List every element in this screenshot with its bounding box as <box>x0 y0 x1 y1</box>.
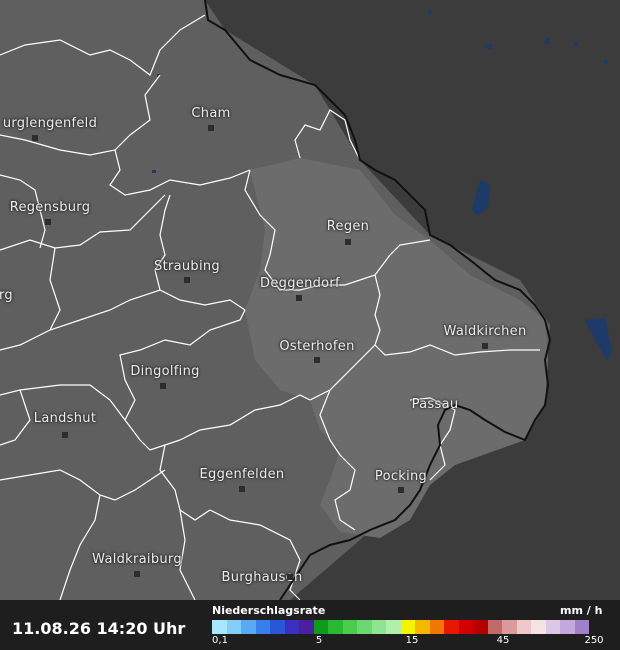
scale-tick-label: 0,1 <box>212 635 228 646</box>
city-label-passau: Passau <box>411 397 459 412</box>
scale-swatch <box>255 620 270 634</box>
city-marker-dingolfing <box>160 383 166 389</box>
city-label-landshut: Landshut <box>33 411 97 426</box>
city-label-regen: Regen <box>326 219 370 234</box>
legend-unit: mm / h <box>560 604 603 617</box>
scale-swatch <box>473 620 488 634</box>
city-marker-regen <box>345 239 351 245</box>
city-label-pocking: Pocking <box>374 469 428 484</box>
city-label-eggenfelden: Eggenfelden <box>199 467 285 482</box>
scale-swatch <box>531 620 546 634</box>
city-label-straubing: Straubing <box>154 259 220 274</box>
scale-swatch <box>328 620 343 634</box>
city-marker-straubing <box>184 277 190 283</box>
city-label-waldkirchen: Waldkirchen <box>443 324 527 339</box>
scale-swatch <box>458 620 473 634</box>
scale-swatch <box>226 620 241 634</box>
city-label-cham: Cham <box>191 106 231 121</box>
scale-tick-label: 15 <box>405 635 419 646</box>
scale-swatch <box>400 620 415 634</box>
city-marker-deggendorf <box>296 295 302 301</box>
city-marker-burglengenfeld <box>32 135 38 141</box>
city-marker-waldkraiburg <box>134 571 140 577</box>
city-marker-burghausen <box>287 574 293 580</box>
scale-swatch <box>560 620 575 634</box>
scale-tick-label: 5 <box>315 635 323 646</box>
scale-swatch <box>429 620 444 634</box>
city-label-waldkraiburg: Waldkraiburg <box>92 552 182 567</box>
legend-title: Niederschlagsrate <box>212 604 326 617</box>
scale-swatch <box>487 620 502 634</box>
scale-swatch <box>313 620 328 634</box>
scale-swatch <box>270 620 285 634</box>
radar-map-view: Cham urglengenfeld Regensburg rg Regen Straub… <box>0 0 620 650</box>
scale-swatch <box>212 620 227 634</box>
scale-tick-label: 250 <box>584 635 604 646</box>
scale-swatch <box>342 620 357 634</box>
city-label-regensburg-edge: rg <box>0 288 13 303</box>
scale-swatch <box>357 620 372 634</box>
scale-tick-label: 45 <box>496 635 510 646</box>
scale-swatch <box>284 620 299 634</box>
timestamp: 11.08.26 14:20 Uhr <box>12 619 186 638</box>
scale-swatch <box>371 620 386 634</box>
scale-swatch <box>386 620 401 634</box>
city-marker-pocking <box>398 487 404 493</box>
precipitation-scale <box>212 620 589 634</box>
scale-swatch <box>545 620 560 634</box>
city-marker-waldkirchen <box>482 343 488 349</box>
city-marker-landshut <box>62 432 68 438</box>
city-label-dingolfing: Dingolfing <box>130 364 200 379</box>
city-marker-eggenfelden <box>239 486 245 492</box>
scale-swatch <box>299 620 314 634</box>
city-marker-cham <box>208 125 214 131</box>
city-label-osterhofen: Osterhofen <box>279 339 355 354</box>
scale-swatch <box>516 620 531 634</box>
city-marker-osterhofen <box>314 357 320 363</box>
scale-swatch <box>241 620 256 634</box>
city-marker-regensburg <box>45 219 51 225</box>
city-label-deggendorf: Deggendorf <box>260 276 340 291</box>
city-label-regensburg: Regensburg <box>9 200 91 215</box>
scale-swatch <box>502 620 517 634</box>
scale-swatch <box>574 620 589 634</box>
city-label-burglengenfeld: urglengenfeld <box>2 116 98 131</box>
scale-swatch <box>444 620 459 634</box>
scale-swatch <box>415 620 430 634</box>
